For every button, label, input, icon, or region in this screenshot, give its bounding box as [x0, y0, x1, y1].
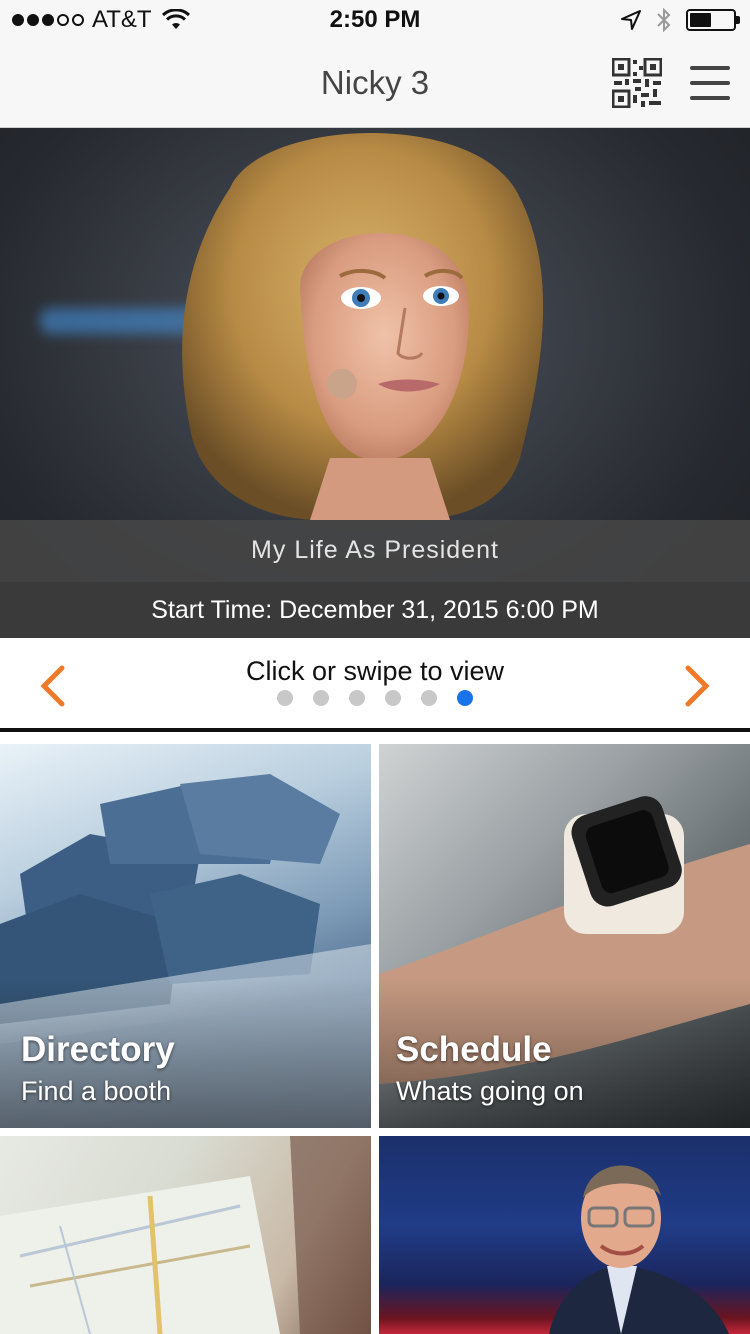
schedule-subtitle: Whats going on: [396, 1076, 584, 1106]
session-time-bar: Start Time: December 31, 2015 6:00 PM: [0, 582, 750, 638]
page-dot[interactable]: [457, 690, 473, 706]
status-right: [620, 7, 740, 33]
menu-line: [690, 81, 730, 85]
carousel-pager: Click or swipe to view: [0, 638, 750, 732]
tile-row-divider: [0, 1128, 750, 1136]
page-indicator: [277, 690, 473, 706]
directory-tile[interactable]: Directory Find a booth: [0, 744, 371, 1128]
page-dot[interactable]: [277, 690, 293, 706]
speakers-tile[interactable]: [379, 1136, 750, 1334]
page-dot[interactable]: [349, 690, 365, 706]
menu-line: [690, 66, 730, 70]
menu-line: [690, 96, 730, 100]
chevron-right-icon[interactable]: [678, 662, 718, 710]
swipe-hint: Click or swipe to view: [245, 656, 505, 686]
page-dot[interactable]: [421, 690, 437, 706]
qr-code-icon[interactable]: [612, 58, 662, 108]
schedule-label: Schedule Whats going on: [396, 1030, 584, 1107]
tile-gutter: [371, 744, 379, 1334]
hamburger-menu-icon[interactable]: [690, 66, 730, 100]
map-tile[interactable]: [0, 1136, 371, 1334]
speaker-image: [549, 1165, 729, 1334]
featured-session-carousel[interactable]: My Life As President Start Time: Decembe…: [0, 128, 750, 638]
session-title-bar: My Life As President: [0, 520, 750, 582]
session-title: My Life As President: [251, 536, 499, 564]
location-arrow-icon: [621, 10, 641, 30]
speaker-photo: [182, 133, 544, 520]
directory-subtitle: Find a booth: [21, 1076, 172, 1106]
page-dot[interactable]: [313, 690, 329, 706]
schedule-tile[interactable]: Schedule Whats going on: [379, 744, 750, 1128]
battery-level: [690, 13, 711, 27]
session-start-time: Start Time: December 31, 2015 6:00 PM: [151, 596, 599, 624]
bluetooth-icon: [657, 7, 671, 33]
schedule-title: Schedule: [396, 1030, 552, 1069]
page-dot[interactable]: [385, 690, 401, 706]
status-bar: AT&T 2:50 PM: [0, 0, 750, 40]
directory-title: Directory: [21, 1030, 175, 1069]
battery-icon: [686, 9, 740, 31]
directory-label: Directory Find a booth: [21, 1030, 175, 1107]
navigation-bar: Nicky 3: [0, 40, 750, 128]
map-image: [0, 1136, 371, 1334]
